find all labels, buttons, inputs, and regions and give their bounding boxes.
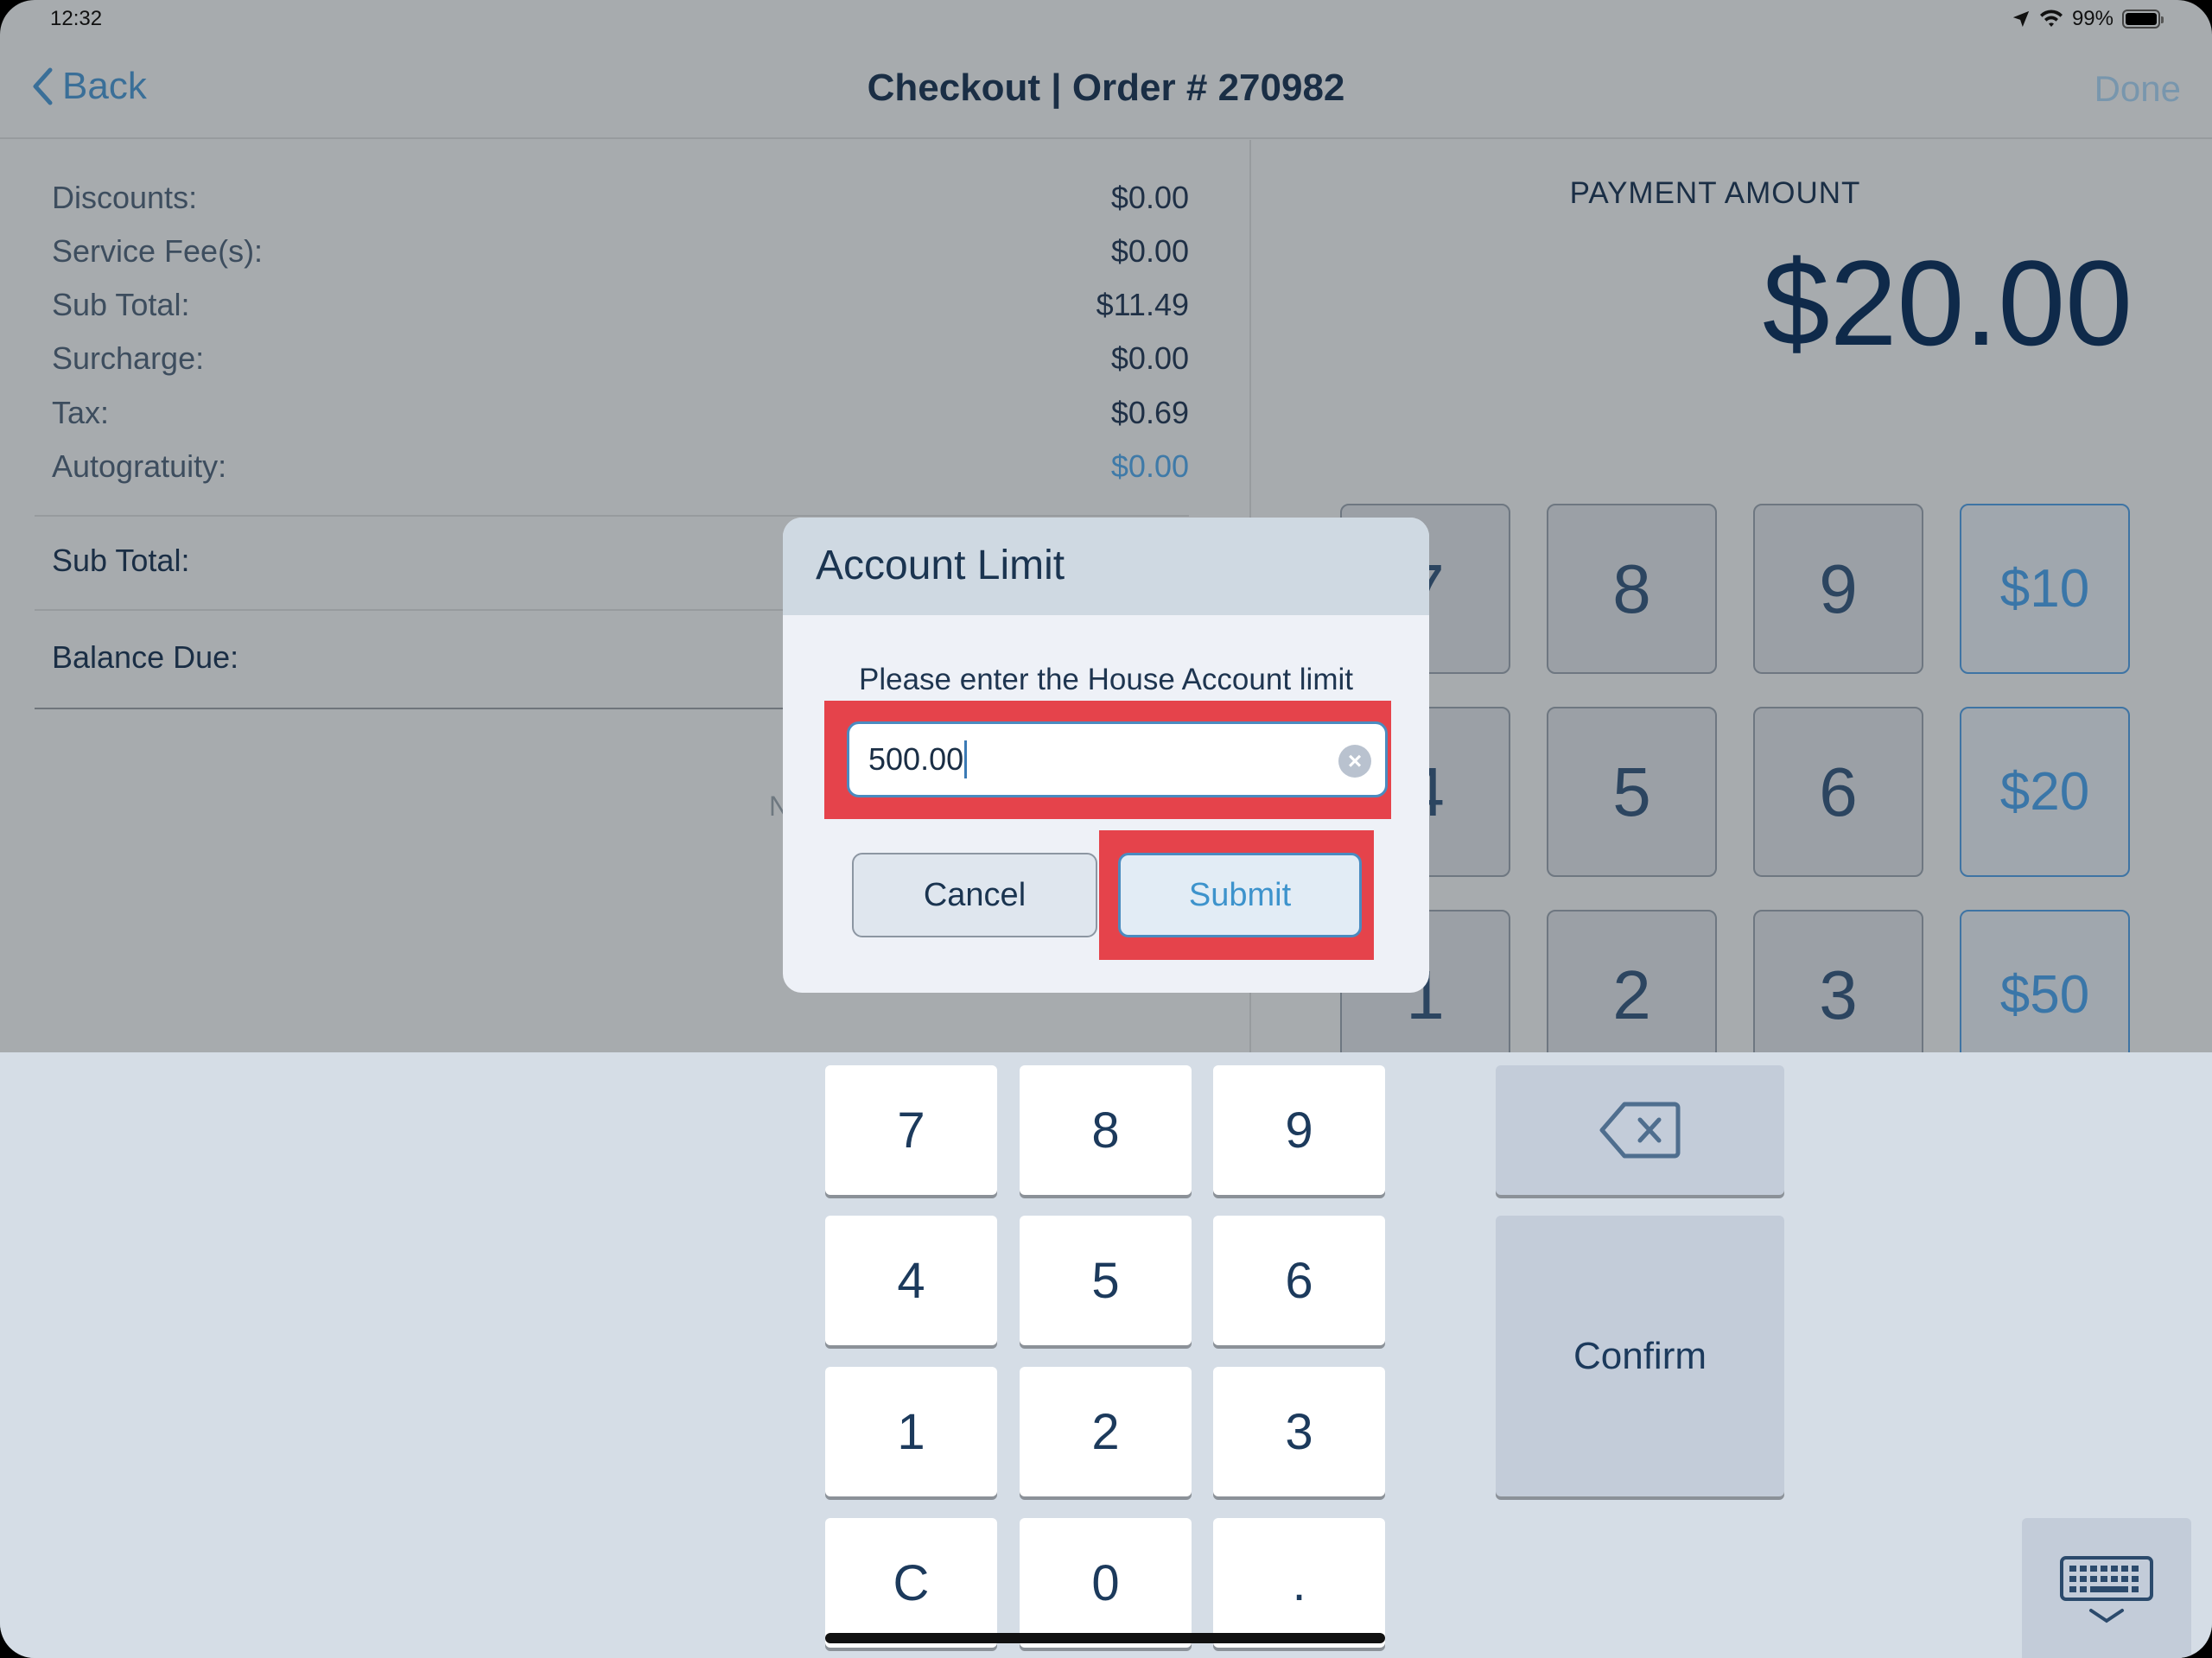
summary-row-tax: Tax: $0.69 [52,395,1189,431]
summary-row-subtotal: Sub Total: $11.49 [52,287,1189,323]
quick-amount-20-button[interactable]: $20 [1960,707,2130,877]
location-arrow-icon [2012,10,2030,28]
clear-input-icon[interactable]: × [1338,745,1371,778]
keyboard-key-6[interactable]: 6 [1213,1216,1385,1345]
row-value: $0.00 [1110,233,1189,269]
keyboard-key-clear[interactable]: C [825,1518,997,1648]
payment-amount-label: PAYMENT AMOUNT [1569,176,1861,210]
row-value: $0.00 [1110,180,1189,215]
payment-amount-value: $20.00 [1762,235,2133,371]
backspace-icon [1599,1102,1681,1159]
wifi-icon [2039,10,2063,27]
payment-key-5[interactable]: 5 [1547,707,1717,877]
account-limit-input[interactable]: 500.00 × [847,721,1388,797]
summary-row-surcharge: Surcharge: $0.00 [52,340,1189,377]
home-indicator[interactable] [825,1633,1385,1643]
row-label: Tax: [52,395,110,430]
dismiss-keyboard-button[interactable] [2022,1518,2191,1658]
balance-due-label: Balance Due: [52,639,239,675]
row-label: Surcharge: [52,340,205,376]
keyboard-key-4[interactable]: 4 [825,1216,997,1345]
keyboard-key-7[interactable]: 7 [825,1065,997,1195]
input-value: 500.00 [868,741,964,777]
dialog-header: Account Limit [783,518,1429,615]
keyboard-key-9[interactable]: 9 [1213,1065,1385,1195]
row-value: $0.00 [1110,340,1189,376]
confirm-button[interactable]: Confirm [1496,1216,1784,1496]
keyboard-key-decimal[interactable]: . [1213,1518,1385,1648]
row-label: Autogratuity: [52,448,227,484]
keyboard-key-2[interactable]: 2 [1020,1367,1192,1496]
cancel-button[interactable]: Cancel [852,853,1097,937]
keyboard-key-0[interactable]: 0 [1020,1518,1192,1648]
navigation-bar: Back Checkout | Order # 270982 Done [0,39,2212,139]
summary-row-discounts: Discounts: $0.00 [52,180,1189,216]
keyboard-key-5[interactable]: 5 [1020,1216,1192,1345]
payment-key-9[interactable]: 9 [1753,504,1923,674]
battery-percent: 99% [2071,7,2113,30]
status-time: 12:32 [50,7,103,30]
payment-key-8[interactable]: 8 [1547,504,1717,674]
keyboard-key-3[interactable]: 3 [1213,1367,1385,1496]
text-caret [964,740,968,778]
keyboard-key-8[interactable]: 8 [1020,1065,1192,1195]
done-button[interactable]: Done [2094,68,2181,110]
submit-button[interactable]: Submit [1118,853,1362,937]
summary-row-autogratuity[interactable]: Autogratuity: $0.00 [52,448,1189,485]
summary-row-service-fees: Service Fee(s): $0.00 [52,233,1189,270]
backspace-button[interactable] [1496,1065,1784,1195]
row-label: Discounts: [52,180,198,215]
subtotal-label: Sub Total: [52,543,190,578]
payment-key-6[interactable]: 6 [1753,707,1923,877]
row-label: Service Fee(s): [52,233,264,269]
autogratuity-value[interactable]: $0.00 [1111,448,1189,485]
divider [35,515,1189,517]
numeric-keyboard: 7 8 9 4 5 6 1 2 3 C 0 . Confirm [0,1052,2212,1658]
dialog-prompt: Please enter the House Account limit [859,663,1353,696]
dialog-title: Account Limit [816,543,1065,588]
screen: 12:32 99% Back Checkout | Order # 270982… [0,0,2212,1658]
status-indicators: 99% [2012,7,2164,31]
keyboard-key-1[interactable]: 1 [825,1367,997,1496]
battery-icon [2122,10,2164,29]
page-title: Checkout | Order # 270982 [867,67,1345,109]
quick-amount-10-button[interactable]: $10 [1960,504,2130,674]
keyboard-hide-icon [2060,1556,2153,1623]
account-limit-dialog: Account Limit Please enter the House Acc… [783,518,1429,993]
row-value: $11.49 [1096,287,1189,322]
row-label: Sub Total: [52,287,190,322]
row-value: $0.69 [1110,395,1189,430]
